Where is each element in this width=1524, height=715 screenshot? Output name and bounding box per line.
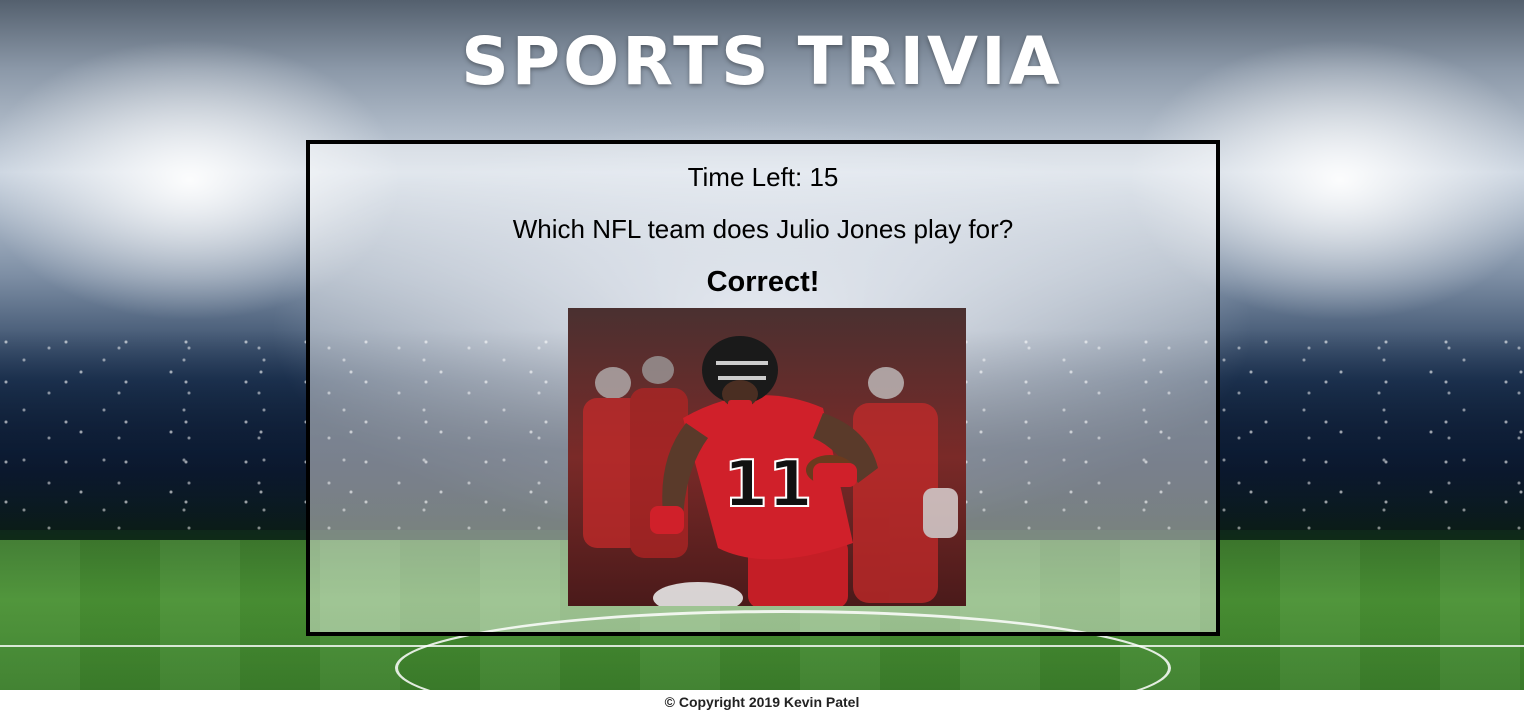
trivia-panel: Time Left: 15 Which NFL team does Julio …	[306, 140, 1220, 636]
player-photo-illustration: 11	[568, 308, 966, 606]
answer-player-image: 11	[568, 308, 966, 606]
question-text: Which NFL team does Julio Jones play for…	[512, 214, 1014, 244]
copyright-footer: © Copyright 2019 Kevin Patel	[664, 694, 860, 710]
answer-result: Correct!	[706, 266, 820, 298]
stadium-background: SPORTS TRIVIA Time Left: 15 Which NFL te…	[0, 0, 1524, 690]
time-left-counter: Time Left: 15	[687, 162, 839, 192]
page-title: SPORTS TRIVIA	[461, 23, 1063, 100]
jersey-number: 11	[723, 448, 812, 522]
